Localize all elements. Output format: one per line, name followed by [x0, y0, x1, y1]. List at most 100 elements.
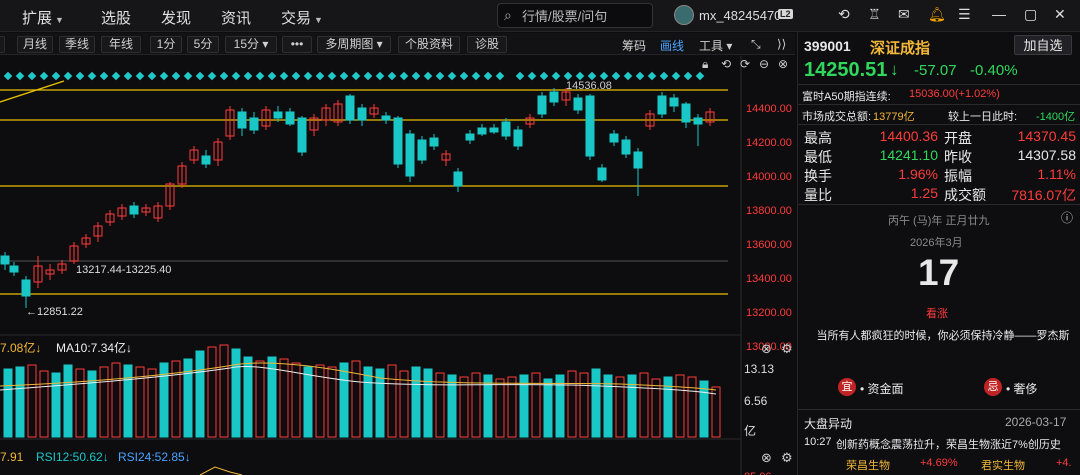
- news-stock-1-pct: +4.69%: [920, 457, 958, 469]
- ji-text: • 奢侈: [1006, 382, 1038, 396]
- candle-body: [573, 97, 583, 111]
- signal-diamond: [315, 71, 325, 81]
- signal-diamond: [659, 71, 669, 81]
- kline-chart[interactable]: 14400.00 14200.00 14000.00 13800.00 13600.00…: [0, 56, 795, 475]
- vol-ma5-label: 7.08亿↓: [0, 340, 41, 355]
- low-band-label: 13217.44-13225.40: [76, 264, 171, 276]
- top-bar: 扩展▼ 选股 发现 资讯 交易▼ ⌕ mx_482454706 L2 ⟲ ♖ ✉…: [0, 0, 1080, 32]
- yi-icon: 宜: [838, 378, 856, 396]
- avatar[interactable]: [674, 5, 694, 25]
- stat-label: 最高: [804, 130, 832, 146]
- nav-extend[interactable]: 扩展 ▼: [22, 7, 64, 28]
- candle-body: [201, 155, 211, 165]
- refresh-icon[interactable]: ⟲: [838, 6, 850, 23]
- chart-tool-icon: ⟲: [721, 57, 731, 71]
- mail-icon[interactable]: ✉: [898, 6, 910, 23]
- info-icon[interactable]: ⓘ: [1061, 209, 1073, 226]
- diagnose-button[interactable]: 诊股: [467, 36, 507, 53]
- volume-bar: [207, 346, 217, 438]
- candle-body: [549, 91, 559, 103]
- calendar-day: 17: [918, 252, 960, 293]
- signal-diamond: [423, 71, 433, 81]
- signal-diamond: [635, 71, 645, 81]
- stat-label: 换手: [804, 168, 832, 184]
- candle-body: [0, 255, 10, 265]
- nav-discover[interactable]: 发现: [161, 7, 191, 28]
- candle-body: [501, 121, 511, 137]
- minimize-icon[interactable]: —: [992, 6, 1006, 22]
- trend-line: [0, 80, 65, 103]
- vol-tick: 13.13: [744, 362, 774, 376]
- signal-diamond: [219, 71, 229, 81]
- news-stock-1[interactable]: 荣昌生物: [846, 457, 890, 473]
- bell-icon[interactable]: 🔔︎: [928, 6, 946, 23]
- candle-body: [477, 127, 487, 135]
- daily-quote: 当所有人都疯狂的时候，你必须保持冷静——罗杰斯: [816, 330, 1070, 342]
- nav-stock-pick[interactable]: 选股: [101, 7, 131, 28]
- volume-bar: [375, 368, 385, 438]
- volume-bar: [543, 378, 553, 438]
- period-day-partial[interactable]: [0, 36, 5, 53]
- price-tick: 14400.00: [746, 103, 792, 115]
- signal-diamond: [495, 71, 505, 81]
- signal-diamond: [623, 71, 633, 81]
- signal-diamond: [99, 71, 109, 81]
- nav-trade[interactable]: 交易 ▼: [281, 7, 323, 28]
- candle-body: [669, 97, 679, 107]
- candle-body: [513, 129, 523, 147]
- volume-bar: [39, 370, 49, 438]
- candle-body: [693, 117, 703, 125]
- chart-toolbar: 月线 季线 年线 1分 5分 15分 ▾ ••• 多周期图 ▾ 个股资料 诊股 …: [0, 33, 795, 55]
- news-text[interactable]: 创新药概念震荡拉升，荣昌生物涨近7%创历史: [836, 436, 1080, 452]
- stat-label: 开盘: [944, 130, 972, 146]
- period-15min[interactable]: 15分 ▾: [225, 36, 277, 53]
- multi-period-button[interactable]: 多周期图 ▾: [317, 36, 391, 53]
- period-month[interactable]: 月线: [17, 36, 53, 53]
- search-input[interactable]: [522, 7, 650, 25]
- signal-diamond: [671, 71, 681, 81]
- volume-bar: [195, 350, 205, 438]
- period-1min[interactable]: 1分: [150, 36, 182, 53]
- news-stock-2[interactable]: 君实生物: [981, 457, 1025, 473]
- collapse-icon[interactable]: ⟩⟩: [777, 37, 786, 51]
- stat-value: 1.96%: [898, 166, 938, 182]
- chart-tool-icon: ⊗: [778, 57, 788, 71]
- draw-tab[interactable]: 画线: [660, 37, 684, 54]
- period-quarter[interactable]: 季线: [59, 36, 95, 53]
- stat-value: 14400.36: [879, 128, 938, 144]
- stat-value: 14307.58: [1017, 147, 1076, 163]
- candle-body: [393, 117, 403, 165]
- signal-diamond: [231, 71, 241, 81]
- chips-tab[interactable]: 筹码: [622, 37, 646, 54]
- price-tick: 13800.00: [746, 205, 792, 217]
- period-year[interactable]: 年线: [101, 36, 141, 53]
- fullscreen-icon[interactable]: ⤡: [751, 37, 761, 52]
- signal-diamond: [183, 71, 193, 81]
- stock-info-button[interactable]: 个股资料: [398, 36, 460, 53]
- search-box[interactable]: ⌕: [497, 3, 653, 28]
- tools-menu[interactable]: 工具 ▾: [699, 37, 732, 54]
- add-watchlist-button[interactable]: 加自选: [1014, 35, 1072, 55]
- signal-diamond: [27, 71, 37, 81]
- volume-bar: [291, 362, 301, 438]
- volume-bar: [219, 344, 229, 438]
- menu-icon[interactable]: ☰: [958, 6, 971, 23]
- username[interactable]: mx_482454706: [699, 8, 779, 23]
- candle-body: [357, 107, 367, 121]
- calendar-month: 2026年3月: [910, 237, 963, 249]
- maximize-icon[interactable]: ▢: [1024, 6, 1037, 23]
- close-icon[interactable]: ✕: [1054, 6, 1066, 23]
- candle-body: [585, 95, 595, 157]
- volume-bar: [675, 374, 685, 438]
- more-button[interactable]: •••: [282, 36, 312, 53]
- volume-bar: [687, 376, 697, 438]
- volume-bar: [243, 356, 253, 438]
- shirt-icon[interactable]: ♖: [868, 6, 881, 23]
- period-5min[interactable]: 5分: [187, 36, 219, 53]
- signal-diamond: [375, 71, 385, 81]
- price-change-pct: -0.40%: [970, 62, 1018, 79]
- nav-news[interactable]: 资讯: [221, 7, 251, 28]
- volume-bar: [327, 366, 337, 438]
- signal-diamond: [207, 71, 217, 81]
- signal-diamond: [75, 71, 85, 81]
